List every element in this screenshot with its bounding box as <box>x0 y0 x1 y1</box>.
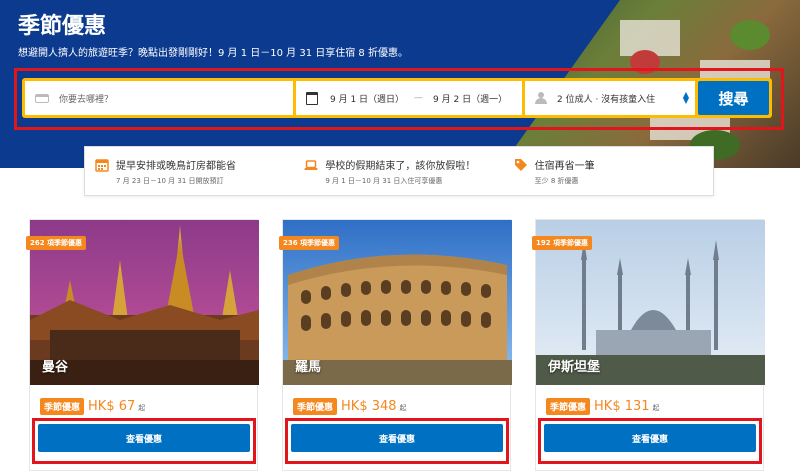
deal-count-badge: 262 項季節優惠 <box>26 236 87 250</box>
checkin-date: 9 月 1 日（週日） <box>330 94 405 105</box>
price-row: 季節優惠 HK$ 131 起 <box>546 398 660 415</box>
seasonal-deal-tag: 季節優惠 <box>293 398 338 415</box>
calendar-icon <box>306 91 318 105</box>
price-value: HK$ 131 <box>594 399 650 414</box>
checkout-date: 9 月 2 日（週一） <box>433 94 508 105</box>
info-subtitle: 7 月 23 日－10 月 31 日開放預訂 <box>116 177 224 185</box>
deal-card-rome: 236 項季節優惠 羅馬 季節優惠 HK$ 348 起 查看優惠 <box>279 219 512 471</box>
price-row: 季節優惠 HK$ 67 起 <box>40 398 145 415</box>
deal-card-bangkok: 262 項季節優惠 曼谷 季節優惠 HK$ 67 起 查看優惠 <box>26 219 259 471</box>
date-picker[interactable]: 9 月 1 日（週日） — 9 月 2 日（週一） <box>296 81 522 115</box>
city-name: 曼谷 <box>42 360 69 375</box>
city-name: 羅馬 <box>295 360 322 375</box>
person-icon <box>535 92 547 104</box>
price-value: HK$ 348 <box>341 399 397 414</box>
info-subtitle: 至少 8 折優惠 <box>534 177 579 185</box>
bed-icon <box>35 93 49 103</box>
search-bar: 你要去哪裡？ 9 月 1 日（週日） — 9 月 2 日（週一） 2 位成人 ·… <box>22 78 772 118</box>
price-unit: 起 <box>652 404 660 412</box>
info-item-school-holiday: 學校的假期結束了，該你放假啦！ 9 月 1 日－10 月 31 日入住可享優惠 <box>294 147 503 195</box>
destination-input[interactable]: 你要去哪裡？ <box>25 81 293 115</box>
search-button[interactable]: 搜尋 <box>698 81 769 115</box>
info-title: 住宿再省一筆 <box>534 161 595 172</box>
view-deals-button[interactable]: 查看優惠 <box>38 424 250 452</box>
city-name: 伊斯坦堡 <box>548 360 601 375</box>
price-unit: 起 <box>399 404 407 412</box>
info-item-early-booking: 提早安排或晚鳥訂房都能省 7 月 23 日－10 月 31 日開放預訂 <box>85 147 294 195</box>
destination-placeholder: 你要去哪裡？ <box>59 94 114 105</box>
page-title: 季節優惠 <box>18 14 107 39</box>
price-row: 季節優惠 HK$ 348 起 <box>293 398 407 415</box>
deal-card-istanbul: 192 項季節優惠 伊斯坦堡 季節優惠 HK$ 131 起 查看優惠 <box>532 219 765 471</box>
promo-info-strip: 提早安排或晚鳥訂房都能省 7 月 23 日－10 月 31 日開放預訂 學校的假… <box>84 146 714 196</box>
laptop-icon <box>304 160 318 170</box>
seasonal-deal-tag: 季節優惠 <box>40 398 85 415</box>
tag-icon <box>514 159 527 171</box>
guests-selector[interactable]: 2 位成人 · 沒有孩童入住 ▲ ▼ <box>525 81 695 115</box>
price-value: HK$ 67 <box>88 399 136 414</box>
view-deals-button[interactable]: 查看優惠 <box>291 424 503 452</box>
date-separator: — <box>414 93 424 103</box>
info-subtitle: 9 月 1 日－10 月 31 日入住可享優惠 <box>325 177 443 185</box>
view-deals-button[interactable]: 查看優惠 <box>544 424 756 452</box>
deal-count-badge: 192 項季節優惠 <box>532 236 593 250</box>
info-item-extra-savings: 住宿再省一筆 至少 8 折優惠 <box>504 147 713 195</box>
price-unit: 起 <box>138 404 146 412</box>
guests-label: 2 位成人 · 沒有孩童入住 <box>557 94 656 105</box>
calendar-icon <box>95 159 109 172</box>
deal-count-badge: 236 項季節優惠 <box>279 236 340 250</box>
up-down-chevron-icon: ▲ ▼ <box>682 90 689 105</box>
page-subtitle: 想避開人擠人的旅遊旺季？晚點出發剛剛好！9 月 1 日－10 月 31 日享住宿… <box>18 48 408 59</box>
info-title: 提早安排或晚鳥訂房都能省 <box>116 161 236 172</box>
seasonal-deal-tag: 季節優惠 <box>546 398 591 415</box>
info-title: 學校的假期結束了，該你放假啦！ <box>325 161 476 172</box>
